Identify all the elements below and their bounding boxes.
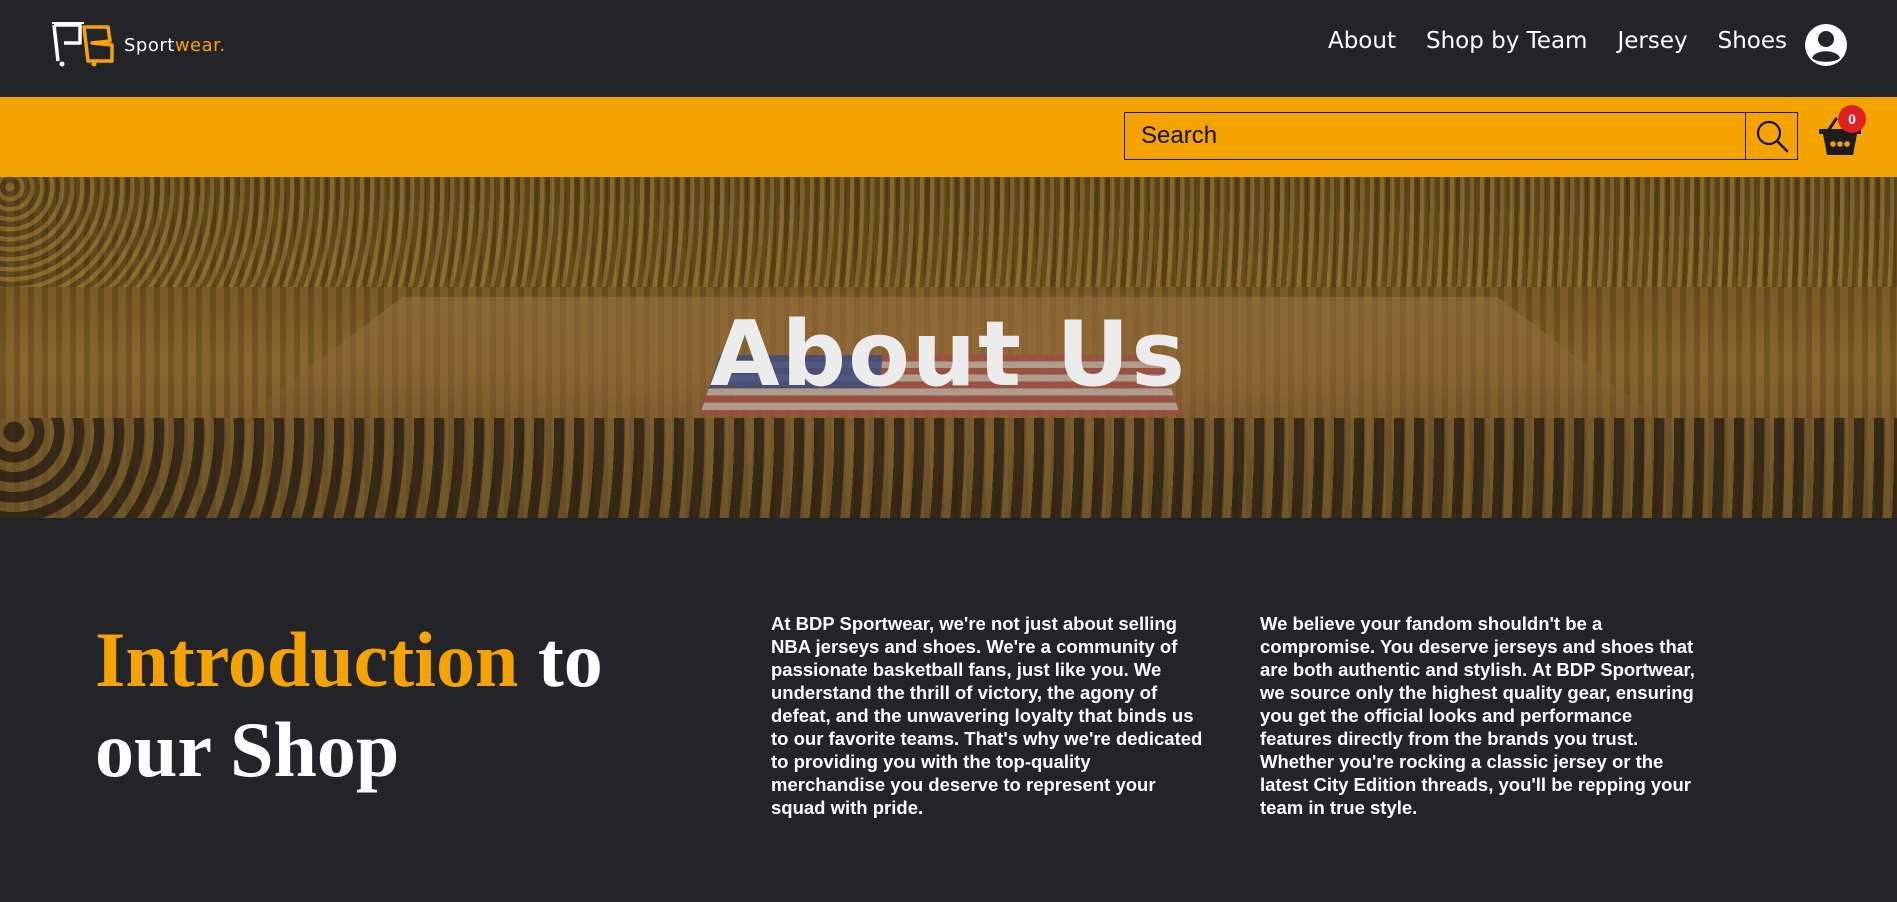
top-navbar: Sportwear. About Shop by Team Jersey Sho… <box>0 0 1897 97</box>
intro-paragraph-1: At BDP Sportwear, we're not just about s… <box>771 613 1203 818</box>
main-nav: About Shop by Team Jersey Shoes <box>1328 28 1787 54</box>
intro-paragraph-2: We believe your fandom shouldn't be a co… <box>1260 613 1695 818</box>
logo-mark-icon <box>52 22 114 67</box>
search-box <box>1124 112 1798 160</box>
search-bar <box>0 97 1897 177</box>
nav-link-shop-by-team[interactable]: Shop by Team <box>1426 28 1587 54</box>
search-input[interactable] <box>1125 113 1745 159</box>
brand-name: Sportwear. <box>124 34 226 56</box>
nav-link-jersey[interactable]: Jersey <box>1617 28 1687 54</box>
cart-count-badge: 0 <box>1838 105 1866 133</box>
search-icon <box>1756 120 1788 153</box>
search-button[interactable] <box>1745 113 1797 159</box>
brand-logo[interactable]: Sportwear. <box>50 20 226 68</box>
intro-heading: Introduction to our Shop <box>95 615 715 795</box>
intro-heading-highlight: Introduction <box>95 616 519 703</box>
account-circle-icon[interactable] <box>1803 22 1849 68</box>
nav-link-shoes[interactable]: Shoes <box>1718 28 1787 54</box>
hero-banner: About Us <box>0 177 1897 518</box>
nav-link-about[interactable]: About <box>1328 28 1396 54</box>
hero-title: About Us <box>710 302 1187 408</box>
